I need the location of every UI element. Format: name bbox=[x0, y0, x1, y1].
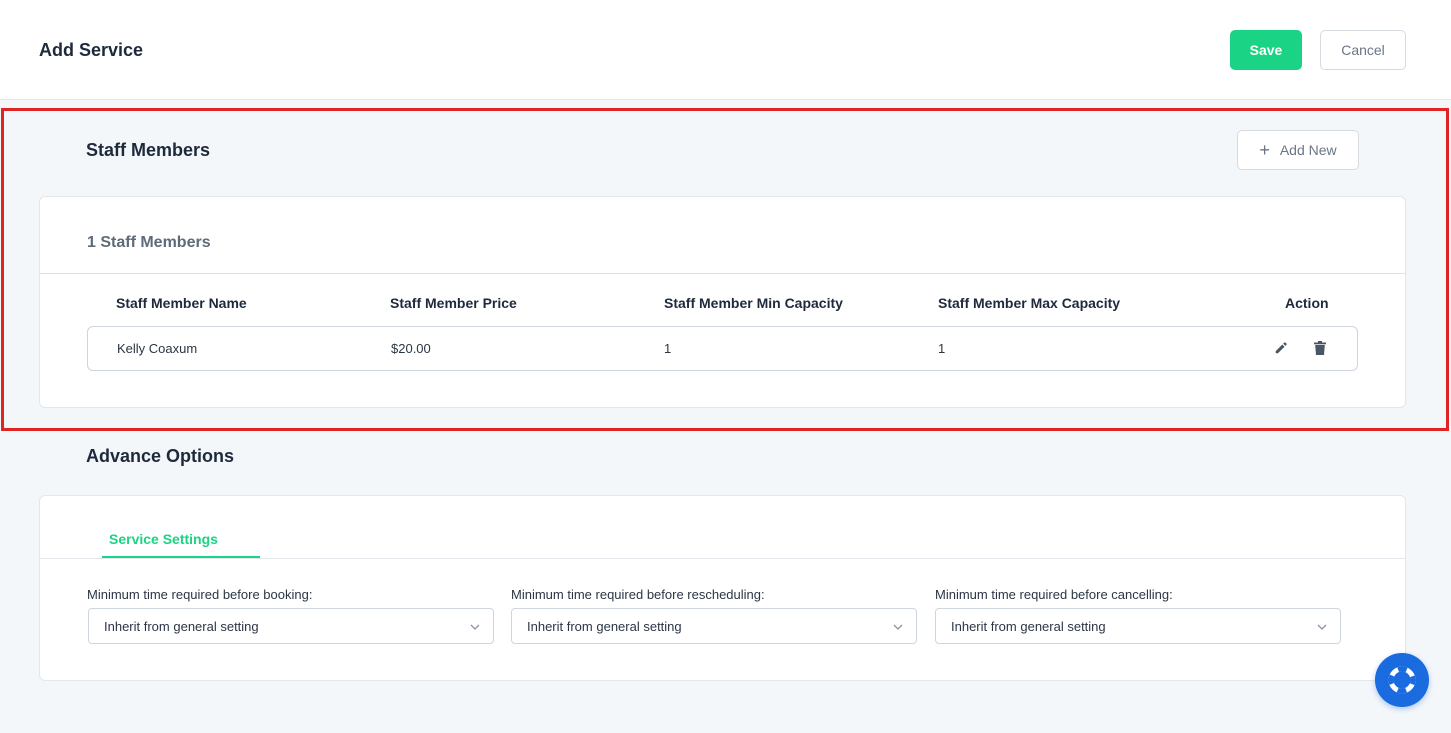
tabs-divider bbox=[40, 558, 1405, 559]
chevron-down-icon bbox=[470, 624, 480, 630]
staff-min-capacity-cell: 1 bbox=[664, 341, 672, 356]
booking-time-value: Inherit from general setting bbox=[104, 619, 259, 634]
staff-count: 1 Staff Members bbox=[87, 234, 211, 251]
column-header-min-capacity: Staff Member Min Capacity bbox=[664, 295, 843, 311]
lifebuoy-icon bbox=[1388, 666, 1416, 694]
delete-staff-button[interactable] bbox=[1311, 339, 1329, 357]
column-header-price: Staff Member Price bbox=[390, 295, 517, 311]
tab-service-settings[interactable]: Service Settings bbox=[109, 531, 218, 547]
page-title: Add Service bbox=[39, 40, 144, 60]
active-tab-indicator bbox=[102, 556, 260, 558]
top-bar: Add Service Save Cancel bbox=[0, 0, 1451, 100]
chevron-down-icon bbox=[1317, 624, 1327, 630]
staff-price-cell: $20.00 bbox=[391, 341, 431, 356]
cancelling-time-select[interactable]: Inherit from general setting bbox=[935, 608, 1341, 644]
advance-options-card: Service Settings Minimum time required b… bbox=[39, 495, 1406, 681]
cancelling-time-label: Minimum time required before cancelling: bbox=[935, 587, 1173, 602]
column-header-action: Action bbox=[1285, 295, 1329, 311]
staff-name-cell: Kelly Coaxum bbox=[117, 341, 198, 356]
rescheduling-time-select[interactable]: Inherit from general setting bbox=[511, 608, 917, 644]
add-new-label: Add New bbox=[1279, 142, 1337, 158]
cancel-button[interactable]: Cancel bbox=[1320, 30, 1406, 70]
booking-time-label: Minimum time required before booking: bbox=[87, 587, 313, 602]
divider bbox=[40, 273, 1405, 274]
advance-options-title: Advance Options bbox=[86, 446, 235, 466]
staff-section-title: Staff Members bbox=[86, 140, 211, 160]
cancelling-time-value: Inherit from general setting bbox=[951, 619, 1106, 634]
rescheduling-time-label: Minimum time required before reschedulin… bbox=[511, 587, 765, 602]
staff-members-card: 1 Staff Members Staff Member Name Staff … bbox=[39, 196, 1406, 408]
booking-time-select[interactable]: Inherit from general setting bbox=[88, 608, 494, 644]
table-row: Kelly Coaxum $20.00 1 1 bbox=[87, 326, 1358, 371]
plus-icon: + bbox=[1259, 140, 1270, 160]
trash-icon bbox=[1314, 341, 1326, 355]
chevron-down-icon bbox=[893, 624, 903, 630]
rescheduling-time-value: Inherit from general setting bbox=[527, 619, 682, 634]
edit-staff-button[interactable] bbox=[1272, 339, 1290, 357]
column-header-name: Staff Member Name bbox=[116, 295, 247, 311]
staff-max-capacity-cell: 1 bbox=[938, 341, 946, 356]
pencil-icon bbox=[1275, 342, 1287, 354]
help-button[interactable] bbox=[1375, 653, 1429, 707]
save-button[interactable]: Save bbox=[1230, 30, 1302, 70]
add-new-staff-button[interactable]: + Add New bbox=[1237, 130, 1359, 170]
column-header-max-capacity: Staff Member Max Capacity bbox=[938, 295, 1121, 311]
